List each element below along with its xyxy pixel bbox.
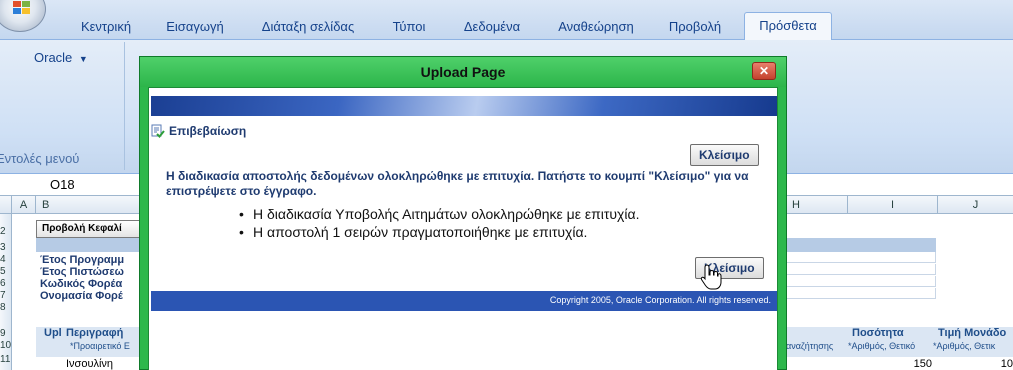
ribbon-tab-bar: Κεντρική Εισαγωγή Διάταξη σελίδας Τύποι … [0, 0, 1013, 41]
upload-page-dialog: Upload Page ✕ Επιβεβαίωση Κλείσιμο Η δια… [139, 56, 787, 370]
row-header[interactable]: 3 [0, 242, 12, 254]
row-header[interactable]: 9 [0, 328, 12, 340]
tab-review[interactable]: Αναθεώρηση [546, 14, 646, 40]
oracle-menu-button[interactable]: Oracle ▼ [34, 50, 88, 65]
row-header[interactable]: 6 [0, 278, 12, 290]
office-logo-icon [13, 1, 31, 15]
input-cell[interactable] [786, 264, 936, 275]
first-unit-price-cell[interactable]: 10 [960, 358, 1013, 370]
tab-formulas[interactable]: Τύποι [384, 14, 434, 40]
column-header-h[interactable]: H [786, 196, 848, 214]
quantity-hint: *Αριθμός, Θετικό [848, 341, 916, 351]
description-header: Περιγραφή [66, 327, 124, 339]
column-header-a[interactable]: A [12, 196, 36, 214]
tab-view[interactable]: Προβολή [660, 14, 730, 40]
header-banner [151, 96, 777, 116]
input-cell[interactable] [786, 252, 936, 263]
upl-header: Upl [44, 327, 62, 339]
row-header[interactable]: 2 [0, 226, 12, 238]
list-item: • Η αποστολή 1 σειρών πραγματοποιήθηκε με… [239, 224, 588, 240]
tab-insert[interactable]: Εισαγωγή [156, 14, 234, 40]
dialog-body: Επιβεβαίωση Κλείσιμο Η διαδικασία αποστο… [148, 87, 778, 370]
select-all-corner[interactable] [0, 196, 12, 214]
footer-bar: Copyright 2005, Oracle Corporation. All … [151, 291, 777, 311]
row-header[interactable]: 11 [0, 354, 12, 366]
input-cell[interactable] [786, 288, 936, 299]
credit-year-label: Έτος Πιστώσεω [40, 266, 124, 278]
row-header[interactable]: 10 [0, 340, 12, 352]
quantity-header: Ποσότητα [852, 327, 904, 339]
name-box[interactable]: O18 [0, 174, 140, 195]
row-header[interactable]: 7 [0, 290, 12, 302]
dialog-title: Upload Page [140, 57, 786, 87]
agency-name-label: Ονομασία Φορέ [40, 290, 123, 302]
input-cell[interactable] [786, 276, 936, 287]
list-item-text: Η διαδικασία Υποβολής Αιτημάτων ολοκληρώ… [253, 206, 640, 222]
column-header-i[interactable]: I [848, 196, 938, 214]
row-header[interactable]: 8 [0, 302, 12, 314]
unit-price-header: Τιμή Μονάδο [938, 327, 1007, 339]
copyright-text: Copyright 2005, Oracle Corporation. All … [549, 295, 771, 305]
oracle-menu-label: Oracle [34, 50, 73, 65]
hand-cursor-icon [700, 264, 722, 290]
agency-code-label: Κωδικός Φορέα [40, 278, 123, 290]
first-item-cell[interactable]: Ινσουλίνη [66, 358, 113, 370]
first-quantity-cell[interactable]: 150 [880, 358, 932, 370]
tab-page-layout[interactable]: Διάταξη σελίδας [244, 14, 372, 40]
row-header-column: 2 3 4 5 6 7 8 9 10 11 [0, 214, 12, 370]
tab-addins[interactable]: Πρόσθετα [744, 12, 832, 41]
confirmation-icon [151, 124, 165, 138]
column-header-j[interactable]: J [938, 196, 1013, 214]
success-message: Η διαδικασία αποστολής δεδομένων ολοκληρ… [166, 169, 749, 198]
result-list: • Η διαδικασία Υποβολής Αιτημάτων ολοκληρ… [239, 205, 640, 241]
view-header-button[interactable]: Προβολή Κεφαλί [36, 220, 146, 238]
description-hint: *Προαιρετικό Ε [70, 341, 130, 351]
group-separator [124, 42, 125, 170]
tab-data[interactable]: Δεδομένα [452, 14, 532, 40]
list-item-text: Η αποστολή 1 σειρών πραγματοποιήθηκε με … [253, 224, 588, 240]
menu-commands-group-label: Εντολές μενού [0, 151, 80, 166]
row-header[interactable]: 5 [0, 266, 12, 278]
row-header[interactable]: 4 [0, 254, 12, 266]
close-button-top[interactable]: Κλείσιμο [690, 144, 759, 166]
tab-home[interactable]: Κεντρική [70, 14, 142, 40]
chevron-down-icon: ▼ [78, 54, 88, 64]
program-year-label: Έτος Προγραμμ [40, 254, 125, 266]
close-icon[interactable]: ✕ [752, 62, 776, 80]
list-item: • Η διαδικασία Υποβολής Αιτημάτων ολοκληρ… [239, 206, 640, 222]
confirmation-title: Επιβεβαίωση [169, 124, 247, 138]
unit-price-hint: *Αριθμός, Θετικ [933, 341, 996, 351]
office-button[interactable] [0, 0, 46, 32]
h-column-hint: αναζήτησης [786, 341, 834, 351]
